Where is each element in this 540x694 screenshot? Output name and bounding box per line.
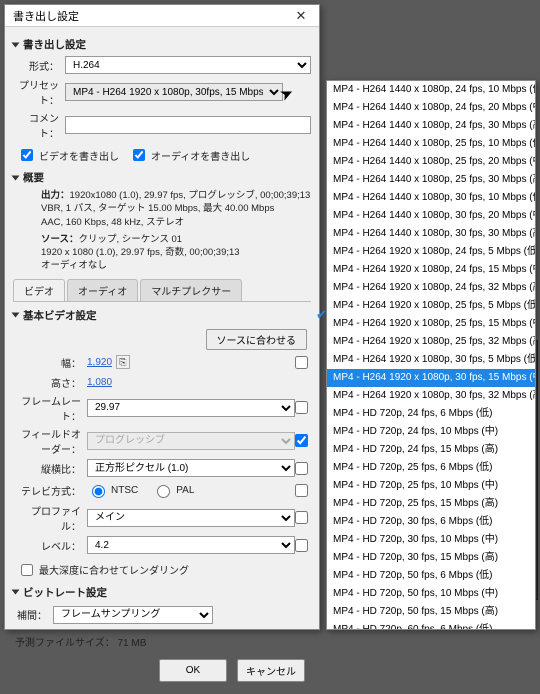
filesize-value: 71 MB [117, 638, 146, 649]
tv-lock-checkbox[interactable] [295, 484, 308, 497]
cancel-button[interactable]: キャンセル [237, 659, 305, 682]
filesize-row: 予測ファイルサイズ： 71 MB [15, 634, 311, 649]
width-label: 幅： [13, 355, 87, 370]
height-label: 高さ： [13, 375, 87, 390]
aspect-lock-checkbox[interactable] [295, 462, 308, 475]
preset-option[interactable]: MP4 - HD 720p, 25 fps, 6 Mbps (低) [327, 459, 535, 477]
framerate-label: フレームレート： [13, 393, 87, 423]
preset-option[interactable]: MP4 - H264 1440 x 1080p, 25 fps, 20 Mbps… [327, 153, 535, 171]
level-label: レベル： [13, 538, 87, 553]
interp-label: 補間： [13, 607, 53, 622]
height-value[interactable]: 1,080 [87, 377, 112, 388]
interp-select[interactable]: フレームサンプリング [53, 606, 213, 624]
chevron-down-icon [12, 590, 20, 595]
export-settings-dialog: 書き出し設定 ✕ 書き出し設定 形式： H.264 プリセット： MP4 - H… [4, 4, 320, 630]
section-label: 概要 [23, 170, 44, 185]
comment-input[interactable] [65, 116, 311, 134]
chevron-down-icon [12, 42, 20, 47]
preset-option[interactable]: MP4 - HD 720p, 30 fps, 6 Mbps (低) [327, 513, 535, 531]
preset-option[interactable]: MP4 - H264 1920 x 1080p, 25 fps, 5 Mbps … [327, 297, 535, 315]
dialog-title: 書き出し設定 [13, 8, 287, 24]
ok-button[interactable]: OK [159, 659, 227, 682]
framerate-lock-checkbox[interactable] [295, 401, 308, 414]
summary-block: 出力：1920x1080 (1.0), 29.97 fps, プログレッシブ, … [13, 189, 311, 273]
preset-option[interactable]: MP4 - H264 1920 x 1080p, 24 fps, 15 Mbps… [327, 261, 535, 279]
section-basic-video[interactable]: 基本ビデオ設定 [13, 308, 311, 323]
tabset: ビデオ オーディオ マルチプレクサー [13, 279, 311, 302]
profile-label: プロファイル： [13, 503, 87, 533]
chevron-down-icon [12, 175, 20, 180]
preset-option[interactable]: MP4 - HD 720p, 60 fps, 6 Mbps (低) [327, 621, 535, 630]
width-lock-checkbox[interactable] [295, 356, 308, 369]
preset-option[interactable]: MP4 - H264 1440 x 1080p, 25 fps, 10 Mbps… [327, 135, 535, 153]
filesize-label: 予測ファイルサイズ： [15, 638, 115, 649]
export-audio-checkbox[interactable]: オーディオを書き出し [129, 146, 250, 164]
preset-option[interactable]: MP4 - H264 1440 x 1080p, 24 fps, 10 Mbps… [327, 81, 535, 99]
preset-option[interactable]: MP4 - HD 720p, 24 fps, 6 Mbps (低) [327, 405, 535, 423]
preset-option[interactable]: MP4 - H264 1920 x 1080p, 30 fps, 32 Mbps… [327, 387, 535, 405]
preset-select[interactable]: MP4 - H264 1920 x 1080p, 30fps, 15 Mbps … [65, 83, 283, 101]
match-source-button[interactable]: ソースに合わせる [206, 329, 308, 350]
preset-option[interactable]: MP4 - H264 1920 x 1080p, 30 fps, 15 Mbps… [327, 369, 535, 387]
tab-audio[interactable]: オーディオ [67, 279, 138, 301]
preset-option[interactable]: MP4 - HD 720p, 30 fps, 10 Mbps (中) [327, 531, 535, 549]
section-export-settings[interactable]: 書き出し設定 [13, 37, 311, 52]
preset-option[interactable]: MP4 - H264 1440 x 1080p, 30 fps, 30 Mbps… [327, 225, 535, 243]
check-icon: ✔ [316, 307, 330, 321]
profile-select[interactable]: メイン [87, 509, 295, 527]
max-depth-checkbox[interactable]: 最大深度に合わせてレンダリング [17, 561, 311, 579]
preset-option[interactable]: MP4 - H264 1920 x 1080p, 25 fps, 32 Mbps… [327, 333, 535, 351]
preset-dropdown[interactable]: MP4 - H264 1440 x 1080p, 24 fps, 10 Mbps… [326, 80, 536, 630]
tv-label: テレビ方式： [13, 483, 87, 498]
preset-option[interactable]: MP4 - HD 720p, 30 fps, 15 Mbps (高) [327, 549, 535, 567]
tv-pal-radio[interactable]: PAL [152, 482, 194, 498]
preset-option[interactable]: MP4 - H264 1920 x 1080p, 30 fps, 5 Mbps … [327, 351, 535, 369]
format-select[interactable]: H.264 [65, 56, 311, 74]
preset-option[interactable]: MP4 - H264 1440 x 1080p, 24 fps, 30 Mbps… [327, 117, 535, 135]
preset-option[interactable]: MP4 - HD 720p, 24 fps, 15 Mbps (高) [327, 441, 535, 459]
aspect-label: 縦横比： [13, 461, 87, 476]
comment-label: コメント： [13, 110, 65, 140]
tab-video[interactable]: ビデオ [13, 279, 65, 301]
tv-ntsc-radio[interactable]: NTSC [87, 482, 138, 498]
format-label: 形式： [13, 58, 65, 73]
preset-option[interactable]: MP4 - HD 720p, 50 fps, 6 Mbps (低) [327, 567, 535, 585]
level-select[interactable]: 4.2 [87, 536, 295, 554]
width-value[interactable]: 1,920 [87, 357, 112, 368]
preset-option[interactable]: MP4 - H264 1440 x 1080p, 30 fps, 20 Mbps… [327, 207, 535, 225]
level-lock-checkbox[interactable] [295, 539, 308, 552]
preset-option[interactable]: MP4 - H264 1920 x 1080p, 25 fps, 15 Mbps… [327, 315, 535, 333]
preset-label: プリセット： [13, 77, 65, 107]
link-icon[interactable]: ⎘ [116, 355, 130, 369]
section-summary[interactable]: 概要 [13, 170, 311, 185]
section-bitrate[interactable]: ビットレート設定 [13, 585, 311, 600]
profile-lock-checkbox[interactable] [295, 511, 308, 524]
preset-option[interactable]: MP4 - HD 720p, 25 fps, 15 Mbps (高) [327, 495, 535, 513]
framerate-select[interactable]: 29.97 [87, 399, 295, 417]
close-button[interactable]: ✕ [287, 7, 315, 25]
preset-option[interactable]: MP4 - H264 1920 x 1080p, 24 fps, 5 Mbps … [327, 243, 535, 261]
preset-option[interactable]: MP4 - HD 720p, 50 fps, 15 Mbps (高) [327, 603, 535, 621]
fieldorder-lock-checkbox[interactable] [295, 434, 308, 447]
preset-option[interactable]: MP4 - HD 720p, 25 fps, 10 Mbps (中) [327, 477, 535, 495]
aspect-select[interactable]: 正方形ピクセル (1.0) [87, 459, 295, 477]
preset-option[interactable]: MP4 - H264 1440 x 1080p, 24 fps, 20 Mbps… [327, 99, 535, 117]
titlebar: 書き出し設定 ✕ [5, 5, 319, 27]
fieldorder-label: フィールドオーダー： [13, 426, 87, 456]
preset-option[interactable]: MP4 - H264 1440 x 1080p, 25 fps, 30 Mbps… [327, 171, 535, 189]
fieldorder-select: プログレッシブ [87, 432, 295, 450]
preset-option[interactable]: MP4 - HD 720p, 50 fps, 10 Mbps (中) [327, 585, 535, 603]
section-label: 書き出し設定 [23, 37, 86, 52]
chevron-down-icon [12, 313, 20, 318]
export-video-checkbox[interactable]: ビデオを書き出し [17, 146, 119, 164]
section-label: 基本ビデオ設定 [23, 308, 97, 323]
tab-multiplexer[interactable]: マルチプレクサー [140, 279, 242, 301]
preset-option[interactable]: MP4 - H264 1440 x 1080p, 30 fps, 10 Mbps… [327, 189, 535, 207]
preset-option[interactable]: MP4 - HD 720p, 24 fps, 10 Mbps (中) [327, 423, 535, 441]
section-label: ビットレート設定 [23, 585, 107, 600]
preset-option[interactable]: MP4 - H264 1920 x 1080p, 24 fps, 32 Mbps… [327, 279, 535, 297]
